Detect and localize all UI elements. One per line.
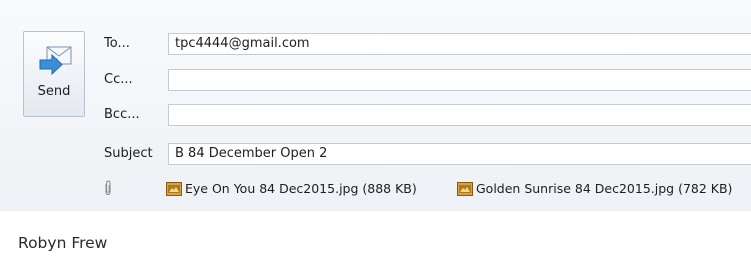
attachment-label: Golden Sunrise 84 Dec2015.jpg (782 KB) xyxy=(476,181,733,196)
attachment-item[interactable]: Eye On You 84 Dec2015.jpg (888 KB) xyxy=(166,180,436,198)
bcc-field[interactable] xyxy=(168,104,751,126)
compose-header: Send To... tpc4444@gmail.com Cc... Bcc..… xyxy=(0,0,751,211)
jpg-file-icon xyxy=(166,182,182,196)
send-label: Send xyxy=(37,84,71,99)
to-button[interactable]: To... xyxy=(104,33,130,55)
bcc-button[interactable]: Bcc... xyxy=(104,104,140,126)
attachment-item[interactable]: Golden Sunrise 84 Dec2015.jpg (782 KB) xyxy=(457,180,751,198)
subject-field[interactable]: B 84 December Open 2 xyxy=(168,143,751,165)
cc-button[interactable]: Cc... xyxy=(104,69,133,91)
send-button[interactable]: Send xyxy=(23,31,85,117)
cc-field[interactable] xyxy=(168,69,751,91)
paperclip-icon xyxy=(105,180,111,196)
attachment-label: Eye On You 84 Dec2015.jpg (888 KB) xyxy=(185,181,417,196)
message-body-signature[interactable]: Robyn Frew xyxy=(18,234,107,252)
subject-label: Subject xyxy=(104,146,153,161)
jpg-file-icon xyxy=(457,182,473,196)
to-field[interactable]: tpc4444@gmail.com xyxy=(168,33,751,55)
send-envelope-icon xyxy=(39,46,72,76)
